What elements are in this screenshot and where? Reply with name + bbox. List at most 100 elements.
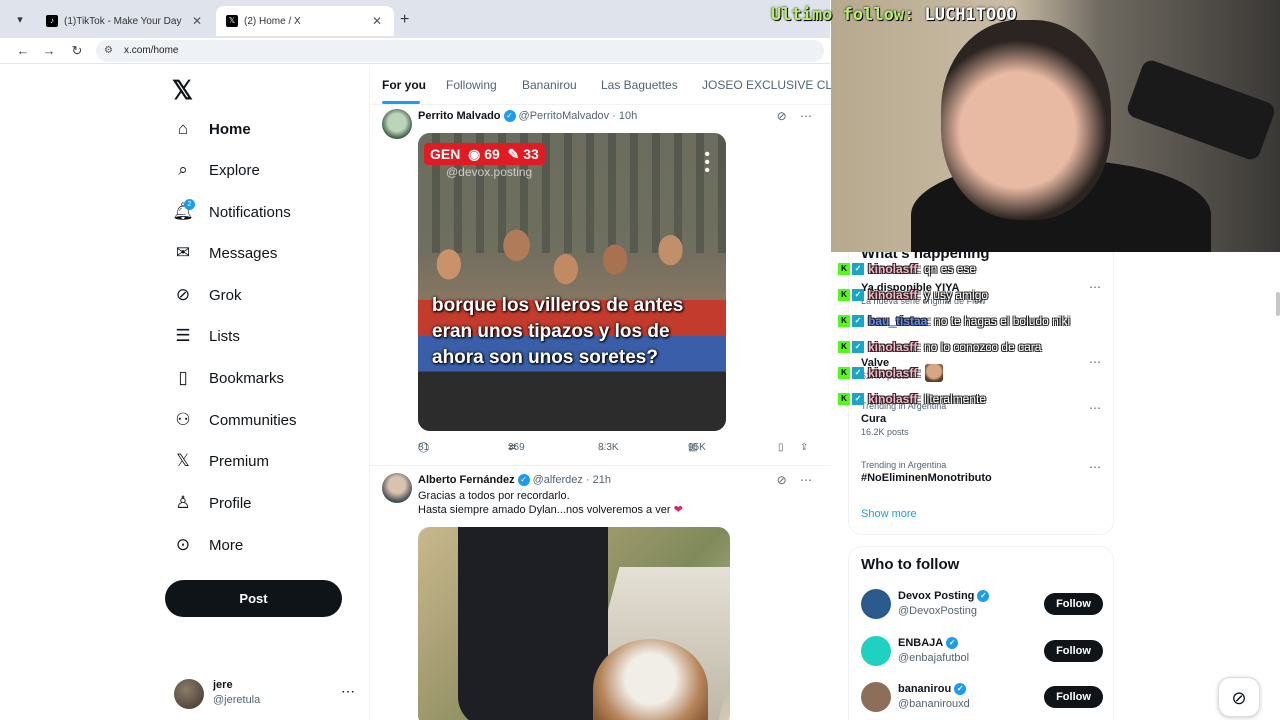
author-handle[interactable]: @PerritoMalvadov — [519, 110, 610, 122]
grok-icon[interactable]: ⊘ — [777, 109, 787, 123]
verified-badge-icon: ✓ — [977, 590, 990, 602]
new-tab-plus-icon[interactable]: + — [400, 10, 409, 30]
tweet[interactable]: Perrito Malvado ✓ @PerritoMalvadov · 10h… — [370, 105, 831, 465]
x-logo-icon[interactable]: 𝕏 — [172, 75, 193, 106]
tweet-time[interactable]: · 10h — [612, 110, 637, 122]
tweet-media-image[interactable] — [418, 527, 730, 720]
tab-search-chevron-icon[interactable]: ▾ — [10, 10, 30, 30]
active-tab-indicator — [382, 101, 420, 104]
nav-item-profile[interactable]: ♙ Profile — [172, 488, 252, 518]
suggestion-name: ENBAJA — [898, 637, 944, 649]
tab-for-you[interactable]: For you — [382, 78, 426, 92]
site-info-icon[interactable]: ⚙ — [104, 40, 113, 62]
nav-item-grok[interactable]: ⊘ Grok — [172, 280, 242, 310]
nav-label: Lists — [209, 327, 240, 345]
notification-badge: 2 — [184, 199, 195, 210]
last-follow-overlay: Ultimo follow: LUCH1TOOO — [771, 5, 1017, 25]
chat-text: : no lo conozco de cara — [917, 340, 1042, 354]
bookmark-icon: ▯ — [778, 442, 784, 453]
browser-tab-x-home[interactable]: 𝕏 (2) Home / X ✕ — [216, 6, 394, 36]
suggestion-item[interactable]: bananirou ✓ @bananirouxd Follow — [861, 680, 1103, 714]
nav-item-bookmarks[interactable]: ▯ Bookmarks — [172, 363, 284, 393]
reply-count: 81 — [418, 442, 430, 453]
scrollbar-thumb[interactable] — [1276, 292, 1280, 316]
author-handle[interactable]: @alferdez — [533, 474, 583, 486]
tweet-media-video[interactable]: GEN ◉ 69 ✎ 33 @devox.posting • • • borque … — [418, 133, 726, 431]
follow-button[interactable]: Follow — [1044, 593, 1103, 615]
suggestion-item[interactable]: ENBAJA ✓ @enbajafutbol Follow — [861, 634, 1103, 668]
grok-floating-button[interactable]: ⊘ — [1218, 677, 1260, 717]
nav-item-notifications[interactable]: 🔔︎ 2 Notifications — [172, 197, 291, 227]
tweet-menu: ⊘ ⋯ — [777, 473, 812, 487]
nav-item-home[interactable]: ⌂ Home — [172, 114, 251, 144]
nav-label: Profile — [209, 494, 252, 512]
tiktok-icon: ♪ — [46, 15, 58, 27]
eye-icon: ◉ — [468, 146, 481, 162]
verified-badge-icon: ✓ — [852, 341, 864, 353]
chat-message: K ✓ kinolasff : — [838, 363, 1138, 383]
forward-arrow-icon[interactable]: → — [40, 42, 58, 60]
nav-item-premium[interactable]: 𝕏 Premium — [172, 446, 269, 476]
more-dots-icon[interactable]: ⋯ — [800, 473, 812, 487]
webcam-person-head — [941, 20, 1111, 220]
more-dots-icon[interactable]: ⋯ — [1089, 460, 1101, 474]
suggestion-item[interactable]: Devox Posting ✓ @DevoxPosting Follow — [861, 587, 1103, 621]
avatar[interactable] — [861, 636, 891, 666]
tweet[interactable]: Alberto Fernández ✓ @alferdez · 21h ⊘ ⋯ … — [370, 469, 831, 720]
chat-username: kinolasff — [868, 392, 918, 406]
account-name: jere — [213, 679, 233, 691]
follow-button[interactable]: Follow — [1044, 640, 1103, 662]
nav-item-communities[interactable]: ⚇ Communities — [172, 405, 296, 435]
follow-button[interactable]: Follow — [1044, 686, 1103, 708]
close-icon[interactable]: ✕ — [190, 14, 204, 28]
browser-toolbar: ← → ↻ ⚙ x.com/home — [0, 38, 830, 64]
tab-title: (2) Home / X — [244, 15, 301, 27]
last-follow-label: Ultimo follow: — [771, 5, 915, 25]
avatar[interactable] — [861, 589, 891, 619]
nav-label: Grok — [209, 286, 242, 304]
post-button[interactable]: Post — [165, 580, 342, 617]
overlay-views: 69 — [484, 146, 500, 162]
grok-icon: ⊘ — [1231, 688, 1247, 708]
avatar — [174, 679, 204, 709]
screen: ▾ ♪ (1)TikTok - Make Your Day ✕ 𝕏 (2) Ho… — [0, 0, 1280, 720]
back-arrow-icon[interactable]: ← — [14, 42, 32, 60]
tweet-menu: ⊘ ⋯ — [777, 109, 812, 123]
nav-item-more[interactable]: ⊙ More — [172, 530, 243, 560]
author-name[interactable]: Alberto Fernández — [418, 474, 515, 486]
more-dots-icon[interactable]: ⋯ — [341, 683, 355, 700]
nav-item-lists[interactable]: ☰ Lists — [172, 321, 240, 351]
mail-icon: ✉ — [175, 243, 191, 262]
repost-count: 369 — [508, 442, 525, 453]
tab-following[interactable]: Following — [446, 78, 497, 92]
suggestion-handle: @enbajafutbol — [898, 652, 970, 664]
nav-item-explore[interactable]: ⌕ Explore — [172, 155, 260, 185]
reload-icon[interactable]: ↻ — [68, 42, 86, 60]
avatar[interactable] — [382, 473, 412, 503]
kick-badge-icon: K — [838, 393, 850, 405]
browser-tab-tiktok[interactable]: ♪ (1)TikTok - Make Your Day ✕ — [36, 6, 214, 36]
trend-context: Trending in Argentina — [861, 460, 947, 470]
tab-joseo[interactable]: JOSEO EXCLUSIVE CLU — [702, 78, 831, 92]
verified-badge-icon: ✓ — [852, 315, 864, 327]
tweet-time[interactable]: · 21h — [586, 474, 611, 486]
nav-item-messages[interactable]: ✉ Messages — [172, 238, 278, 268]
tab-bananirou[interactable]: Bananirou — [522, 78, 577, 92]
tab-las-baguettes[interactable]: Las Baguettes — [601, 78, 678, 92]
avatar[interactable] — [861, 682, 891, 712]
account-switcher[interactable]: jere @jeretula ⋯ — [172, 675, 357, 711]
url-text: x.com/home — [124, 45, 179, 56]
trend-item[interactable]: Trending in Argentina #NoEliminenMonotri… — [861, 460, 1101, 484]
show-more-link[interactable]: Show more — [861, 508, 917, 520]
close-icon[interactable]: ✕ — [370, 14, 384, 28]
author-name[interactable]: Perrito Malvado — [418, 110, 501, 122]
kick-badge-icon: K — [838, 367, 850, 379]
tweet-divider — [370, 465, 831, 466]
avatar[interactable] — [382, 109, 412, 139]
chat-message: K ✓ bau_tistaa : no te hagas el boludo ni… — [838, 311, 1138, 331]
more-dots-icon[interactable]: ⋯ — [800, 109, 812, 123]
home-icon: ⌂ — [177, 119, 189, 138]
grok-icon[interactable]: ⊘ — [777, 473, 787, 487]
address-bar[interactable]: ⚙ x.com/home — [96, 40, 824, 62]
kick-badge-icon: K — [838, 289, 850, 301]
